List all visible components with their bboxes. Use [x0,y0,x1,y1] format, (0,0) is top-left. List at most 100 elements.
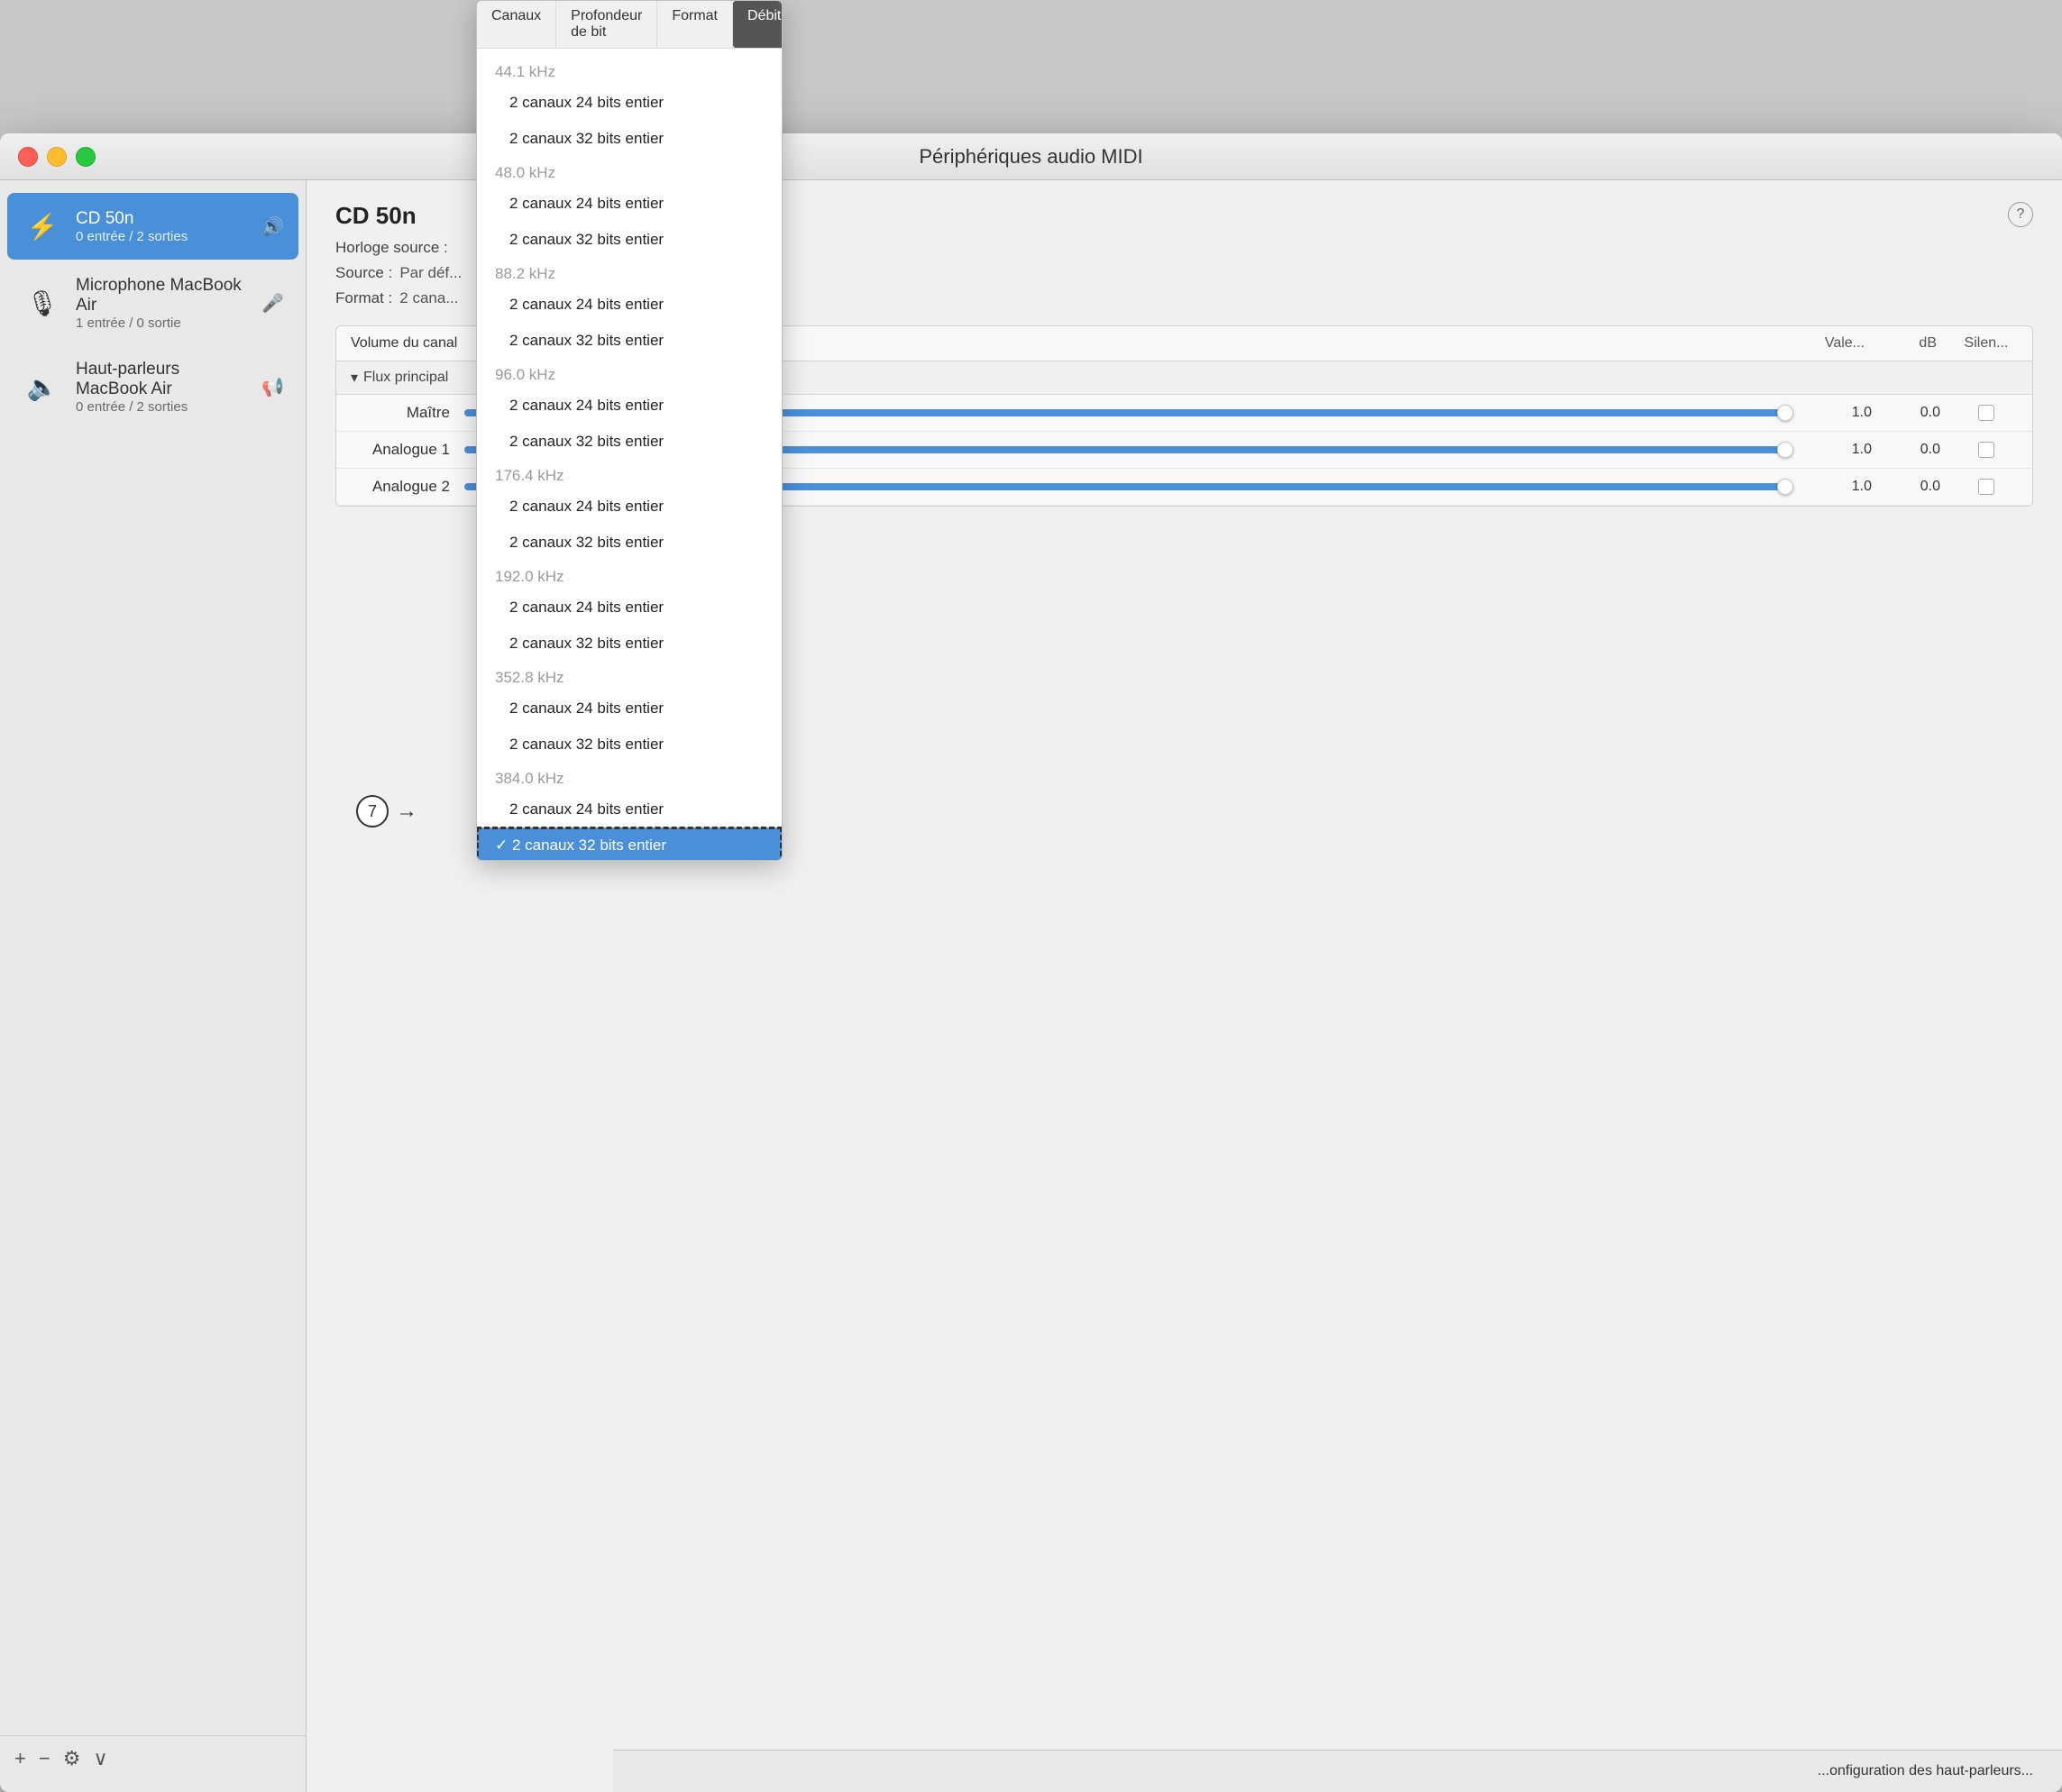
format-item[interactable]: 2 canaux 32 bits entier [477,626,782,662]
tab-debit-label: Débit [747,8,781,23]
slider-thumb-maitre [1777,405,1793,421]
chevron-down-icon: ▾ [351,369,358,387]
format-item[interactable]: 2 canaux 24 bits entier [477,186,782,222]
freq-header: 88.2 kHz [477,258,782,287]
maximize-button[interactable] [76,147,96,167]
format-item[interactable]: 2 canaux 24 bits entier [477,690,782,727]
sidebar-item-speakers[interactable]: 🔈 Haut-parleurs MacBook Air 0 entrée / 2… [7,347,298,427]
freq-header: 384.0 kHz [477,763,782,791]
annotation-7: 7 → [356,795,417,827]
source-value: Par déf... [399,264,462,282]
tab-format[interactable]: Format [657,1,733,48]
col-value-header: Vale... [1792,335,1865,352]
format-label: Format : [335,289,392,307]
channel-value-analogue1: 1.0 [1800,442,1872,458]
freq-header: 48.0 kHz [477,157,782,186]
speaker-icon: 🔈 [22,367,63,408]
channel-db-analogue1: 0.0 [1886,442,1940,458]
format-value: 2 cana... [399,289,458,307]
mute-checkbox-analogue1[interactable] [1978,442,1994,458]
arrow-icon: → [396,799,417,824]
tab-debit[interactable]: Débit [733,1,783,48]
channel-value-analogue2: 1.0 [1800,479,1872,495]
channel-mute-analogue1 [1955,442,2018,458]
freq-header: 192.0 kHz [477,561,782,590]
tab-format-label: Format [672,8,718,23]
channel-mute-maitre [1955,405,2018,421]
sidebar-item-cd50n[interactable]: ⚡ CD 50n 0 entrée / 2 sorties 🔊 [7,193,298,260]
help-button[interactable]: ? [2008,202,2033,227]
titlebar: Périphériques audio MIDI [0,133,2062,180]
device-info-mic: Microphone MacBook Air 1 entrée / 0 sort… [76,276,249,331]
col-db-header: dB [1883,335,1937,352]
mic-icon: 🎙 [22,283,63,325]
device-info-speakers: Haut-parleurs MacBook Air 0 entrée / 2 s… [76,360,249,415]
device-channels-speakers: 0 entrée / 2 sorties [76,399,249,415]
dropdown-tabs: Canaux Profondeur de bit Format Débit [477,1,782,49]
sidebar: ⚡ CD 50n 0 entrée / 2 sorties 🔊 🎙 Microp… [0,180,307,1792]
freq-header: 352.8 kHz [477,662,782,690]
speaker-out-icon: 📢 [261,376,284,398]
source-label: Source : [335,264,392,282]
format-item[interactable]: 2 canaux 32 bits entier [477,121,782,157]
sidebar-item-mic[interactable]: 🎙 Microphone MacBook Air 1 entrée / 0 so… [7,263,298,343]
device-name-speakers: Haut-parleurs MacBook Air [76,360,249,399]
format-item[interactable]: 2 canaux 24 bits entier [477,590,782,626]
horloge-label: Horloge source : [335,239,448,257]
format-item[interactable]: 2 canaux 24 bits entier [477,287,782,323]
freq-header: 44.1 kHz [477,56,782,85]
format-item[interactable]: 2 canaux 24 bits entier [477,388,782,424]
slider-thumb-analogue1 [1777,442,1793,458]
device-name-mic: Microphone MacBook Air [76,276,249,315]
settings-button[interactable]: ⚙ [63,1747,81,1770]
format-item[interactable]: 2 canaux 32 bits entier [477,424,782,460]
device-info-cd50n: CD 50n 0 entrée / 2 sorties [76,209,249,244]
format-dropdown: Canaux Profondeur de bit Format Débit 44… [476,0,783,861]
freq-header: 96.0 kHz [477,359,782,388]
channel-name-maitre: Maître [351,404,450,422]
format-item[interactable]: 2 canaux 24 bits entier [477,489,782,525]
format-item[interactable]: 2 canaux 24 bits entier [477,791,782,827]
traffic-lights [18,147,96,167]
remove-device-button[interactable]: − [39,1747,50,1770]
more-button[interactable]: ∨ [93,1747,107,1770]
close-button[interactable] [18,147,38,167]
channel-db-analogue2: 0.0 [1886,479,1940,495]
device-name-cd50n: CD 50n [76,209,249,229]
add-device-button[interactable]: + [14,1747,26,1770]
freq-header: 176.4 kHz [477,460,782,489]
minimize-button[interactable] [47,147,67,167]
annotation-number: 7 [356,795,389,827]
speaker-config-button[interactable]: ...onfiguration des haut-parleurs... [1818,1763,2033,1779]
mute-checkbox-maitre[interactable] [1978,405,1994,421]
window-body: ⚡ CD 50n 0 entrée / 2 sorties 🔊 🎙 Microp… [0,180,2062,1792]
format-item[interactable]: 2 canaux 32 bits entier [477,222,782,258]
tab-profondeur[interactable]: Profondeur de bit [556,1,657,48]
main-window: Périphériques audio MIDI ⚡ CD 50n 0 entr… [0,133,2062,1792]
format-item[interactable]: 2 canaux 24 bits entier [477,85,782,121]
channel-db-maitre: 0.0 [1886,405,1940,421]
format-item[interactable]: 2 canaux 32 bits entier [477,323,782,359]
tab-canaux-label: Canaux [491,8,541,23]
channel-value-maitre: 1.0 [1800,405,1872,421]
device-channels-mic: 1 entrée / 0 sortie [76,315,249,331]
channel-name-analogue1: Analogue 1 [351,441,450,459]
tab-canaux[interactable]: Canaux [477,1,556,48]
tab-profondeur-label: Profondeur de bit [571,8,642,40]
device-channels-cd50n: 0 entrée / 2 sorties [76,229,249,244]
sidebar-bottom: + − ⚙ ∨ [0,1735,306,1781]
format-item[interactable]: ✓ 2 canaux 32 bits entier [477,827,782,860]
flux-label: Flux principal [363,370,448,386]
col-mute-header: Silen... [1955,335,2018,352]
format-item[interactable]: 2 canaux 32 bits entier [477,525,782,561]
bottom-bar: ...onfiguration des haut-parleurs... [613,1750,2062,1792]
slider-thumb-analogue2 [1777,479,1793,495]
dropdown-list: 44.1 kHz2 canaux 24 bits entier2 canaux … [477,49,782,860]
window-title: Périphériques audio MIDI [919,145,1142,169]
format-item[interactable]: 2 canaux 32 bits entier [477,727,782,763]
volume-icon-cd50n: 🔊 [261,215,284,238]
channel-mute-analogue2 [1955,479,2018,495]
usb-icon: ⚡ [22,206,63,247]
channel-name-analogue2: Analogue 2 [351,478,450,496]
mute-checkbox-analogue2[interactable] [1978,479,1994,495]
